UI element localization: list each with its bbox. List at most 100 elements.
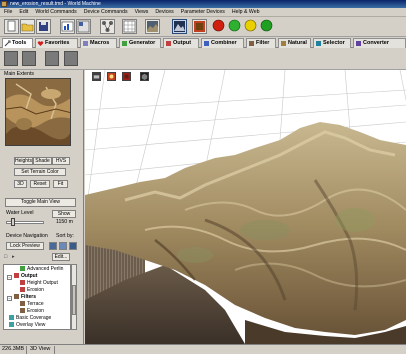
device-slot[interactable] bbox=[22, 51, 36, 66]
tree-item-height-output[interactable]: Height Output bbox=[20, 280, 58, 287]
water-level-label: Water Level bbox=[6, 210, 34, 216]
macro-icon bbox=[83, 41, 88, 46]
paint-button[interactable] bbox=[192, 19, 207, 34]
tree-expander[interactable]: − bbox=[7, 275, 12, 280]
tree-item-terrace[interactable]: Terrace bbox=[20, 301, 44, 308]
sort-order-button[interactable] bbox=[69, 242, 77, 250]
tab-filter[interactable]: Filter bbox=[246, 38, 276, 48]
layout-view-button[interactable] bbox=[76, 19, 91, 34]
tree-item-output[interactable]: Output bbox=[14, 273, 37, 280]
build-button[interactable] bbox=[212, 19, 227, 34]
tree-scrollbar[interactable] bbox=[71, 264, 77, 330]
menu-views[interactable]: Views bbox=[135, 9, 149, 15]
tab-macros[interactable]: Macros bbox=[80, 38, 117, 48]
set-terrain-color-button[interactable]: Set Terrain Color bbox=[14, 168, 66, 176]
shade-toggle[interactable]: Shade bbox=[33, 157, 52, 165]
generator-icon bbox=[20, 266, 25, 272]
3d-viewport[interactable] bbox=[85, 70, 406, 344]
tab-generator[interactable]: Generator bbox=[119, 38, 161, 48]
menu-world-commands[interactable]: World Commands bbox=[35, 9, 76, 15]
tree-item-overlay-view[interactable]: Overlay View bbox=[9, 322, 45, 329]
sort-name-button[interactable] bbox=[59, 242, 67, 250]
tree-expander[interactable]: − bbox=[7, 296, 12, 301]
expand-icon[interactable]: ▸ bbox=[12, 254, 15, 260]
device-tree[interactable]: Advanced Perlin − Output Height Output E… bbox=[3, 264, 71, 330]
tab-combiner[interactable]: Combiner bbox=[201, 38, 244, 48]
menu-edit[interactable]: Edit bbox=[19, 9, 28, 15]
toggle-main-view-button[interactable]: Toggle Main View bbox=[5, 198, 76, 207]
output-icon bbox=[14, 273, 19, 279]
tree-item-filters[interactable]: Filters bbox=[14, 294, 36, 301]
terrain-view-button[interactable] bbox=[145, 19, 160, 34]
chart-view-button[interactable] bbox=[60, 19, 75, 34]
selector-icon bbox=[316, 41, 321, 46]
filter-icon bbox=[20, 308, 25, 314]
tree-item-erosion-output[interactable]: Erosion bbox=[20, 287, 44, 294]
reset-button[interactable]: Reset bbox=[30, 180, 50, 188]
terrain-thumbnail[interactable] bbox=[5, 78, 71, 146]
fit-button[interactable]: Fit bbox=[53, 180, 68, 188]
main-toolbar bbox=[0, 17, 406, 37]
menu-file[interactable]: File bbox=[4, 9, 12, 15]
edit-device-button[interactable]: Edit... bbox=[52, 253, 70, 261]
network-icon bbox=[102, 21, 113, 32]
save-button[interactable] bbox=[36, 19, 51, 34]
build-red-icon bbox=[212, 19, 225, 32]
tab-natural[interactable]: Natural bbox=[278, 38, 311, 48]
terrain-preview-image bbox=[6, 79, 70, 145]
build-yellow-icon bbox=[244, 19, 257, 32]
view-mode: 3D View bbox=[30, 346, 51, 352]
cube-button[interactable] bbox=[140, 72, 149, 81]
tab-converter[interactable]: Converter bbox=[353, 38, 406, 48]
network-view-button[interactable] bbox=[100, 19, 115, 34]
build-preview-button[interactable] bbox=[228, 19, 243, 34]
3d-button[interactable]: 3D bbox=[14, 180, 27, 188]
device-slot[interactable] bbox=[64, 51, 78, 66]
device-tab-bar: Tools Favorites Macros Generator Output … bbox=[0, 37, 406, 48]
menu-bar: File Edit World Commands Device Commands… bbox=[0, 8, 406, 17]
tab-tools[interactable]: Tools bbox=[2, 38, 33, 48]
camera-icon bbox=[93, 75, 100, 79]
filter-icon bbox=[14, 294, 19, 300]
sort-type-button[interactable] bbox=[49, 242, 57, 250]
build-green-icon bbox=[260, 19, 273, 32]
status-separator bbox=[26, 346, 27, 354]
menu-device-commands[interactable]: Device Commands bbox=[84, 9, 128, 15]
tree-item-basic-coverage[interactable]: Basic Coverage bbox=[9, 315, 51, 322]
chart-view-icon bbox=[61, 21, 74, 32]
tab-favorites[interactable]: Favorites bbox=[35, 38, 78, 48]
show-water-button[interactable]: Show bbox=[52, 210, 76, 218]
tree-item-advanced-perlin[interactable]: Advanced Perlin bbox=[20, 266, 63, 273]
status-bar: 226.3MB 3D View bbox=[0, 344, 406, 354]
menu-parameter-devices[interactable]: Parameter Devices bbox=[181, 9, 225, 15]
device-slot[interactable] bbox=[45, 51, 59, 66]
hvs-toggle[interactable]: HVS bbox=[52, 157, 70, 165]
heights-toggle[interactable]: Heights bbox=[14, 157, 33, 165]
open-button[interactable] bbox=[20, 19, 35, 34]
output-icon bbox=[166, 41, 171, 46]
build-extents-button[interactable] bbox=[260, 19, 275, 34]
tree-scrollbar-thumb[interactable] bbox=[72, 285, 76, 315]
build-normal-button[interactable] bbox=[244, 19, 259, 34]
water-level-value: 1150 m bbox=[56, 219, 73, 225]
3d-view-button[interactable] bbox=[172, 19, 187, 34]
tab-output[interactable]: Output bbox=[163, 38, 199, 48]
tree-item-erosion-filter[interactable]: Erosion bbox=[20, 308, 44, 315]
lock-preview-button[interactable]: Lock Preview bbox=[6, 242, 44, 250]
render-button[interactable] bbox=[107, 72, 116, 81]
water-level-slider-handle[interactable] bbox=[11, 218, 15, 226]
collapse-icon[interactable]: □ bbox=[4, 254, 7, 260]
combiner-icon bbox=[204, 41, 209, 46]
open-folder-icon bbox=[21, 23, 34, 32]
coverage-icon bbox=[9, 315, 14, 321]
camera-view-button[interactable] bbox=[92, 72, 101, 81]
device-slot[interactable] bbox=[4, 51, 18, 66]
menu-help-web[interactable]: Help & Web bbox=[232, 9, 260, 15]
new-file-button[interactable] bbox=[4, 19, 19, 34]
material-button[interactable] bbox=[122, 72, 131, 81]
title-bar: new_erosion_result.tmd - World Machine bbox=[0, 0, 406, 8]
grid-view-button[interactable] bbox=[122, 19, 137, 34]
tab-selector[interactable]: Selector bbox=[313, 38, 351, 48]
build-green-icon bbox=[228, 19, 241, 32]
menu-devices[interactable]: Devices bbox=[155, 9, 173, 15]
